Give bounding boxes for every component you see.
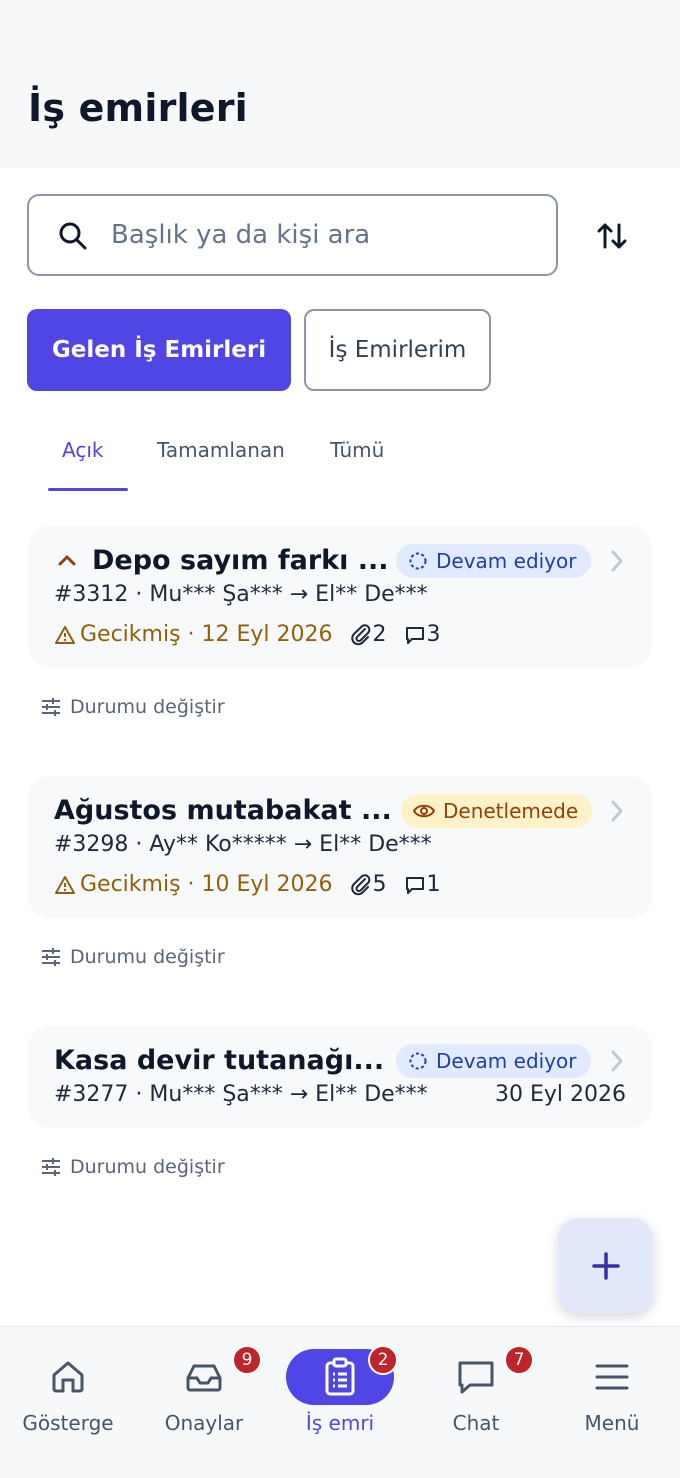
card-title: Ağustos mutabakat ... xyxy=(54,794,392,826)
eye-icon xyxy=(413,804,435,818)
paperclip-icon xyxy=(350,873,370,895)
change-status-label: Durumu değiştir xyxy=(70,1156,225,1178)
warning-icon xyxy=(55,625,75,644)
order-meta: #3312 · Mu*** Şa*** → El** De*** xyxy=(54,582,428,607)
sliders-icon xyxy=(42,1158,60,1176)
page-title: İş emirleri xyxy=(28,86,248,130)
order-due-row: Gecikmiş · 12 Eyl 2026 2 3 xyxy=(54,622,441,647)
search-icon xyxy=(57,220,89,252)
notification-badge: 2 xyxy=(368,1345,398,1375)
work-order-card[interactable]: Kasa devir tutanağı... Devam ediyor #327… xyxy=(28,1026,652,1128)
status-label: Devam ediyor xyxy=(436,1049,577,1073)
card-title: Kasa devir tutanağı... xyxy=(54,1044,385,1076)
add-work-order-button[interactable] xyxy=(558,1218,653,1313)
chevron-right-icon[interactable] xyxy=(606,1046,628,1076)
segment-control: Gelen İş Emirleri İş Emirlerim xyxy=(0,309,680,391)
order-due-row: Gecikmiş · 10 Eyl 2026 5 1 xyxy=(54,872,441,897)
attachments-count: 5 xyxy=(349,872,387,897)
sort-button[interactable] xyxy=(590,214,634,258)
sliders-icon xyxy=(42,698,60,716)
clipboard-icon xyxy=(320,1357,360,1397)
due-date: 30 Eyl 2026 xyxy=(494,1082,626,1107)
collapse-chevron-icon[interactable] xyxy=(54,547,80,573)
nav-item-dashboard[interactable]: Gösterge xyxy=(0,1327,136,1457)
card-title-row: Depo sayım farkı ... xyxy=(54,542,389,578)
work-order-card[interactable]: Ağustos mutabakat ... Denetlemede #3298 … xyxy=(28,776,652,918)
comment-icon xyxy=(405,626,424,644)
status-tabs: Açık Tamamlanan Tümü xyxy=(0,420,680,492)
status-label: Devam ediyor xyxy=(436,549,577,573)
incoming-orders-button[interactable]: Gelen İş Emirleri xyxy=(27,309,291,391)
nav-label: Onaylar xyxy=(164,1411,244,1435)
status-badge: Devam ediyor xyxy=(396,1044,591,1078)
home-icon xyxy=(48,1357,88,1397)
attachments-value: 5 xyxy=(372,872,387,897)
in-progress-icon xyxy=(409,552,427,570)
paperclip-icon xyxy=(350,623,370,645)
attachments-count: 2 xyxy=(349,622,387,647)
search-input[interactable] xyxy=(111,208,541,262)
nav-item-menu[interactable]: Menü xyxy=(544,1327,680,1457)
tab-open[interactable]: Açık xyxy=(62,438,103,462)
chevron-right-icon[interactable] xyxy=(606,546,628,576)
inbox-icon xyxy=(184,1357,224,1397)
status-badge: Denetlemede xyxy=(401,794,593,828)
tab-active-indicator xyxy=(48,488,128,491)
nav-item-approvals[interactable]: 9 Onaylar xyxy=(136,1327,272,1457)
change-status-label: Durumu değiştir xyxy=(70,696,225,718)
comments-value: 3 xyxy=(426,622,441,647)
change-status-button[interactable]: Durumu değiştir xyxy=(40,946,225,968)
nav-label: Gösterge xyxy=(22,1411,114,1435)
bottom-nav: Gösterge 9 Onaylar 2 İş emri 7 Chat Menü xyxy=(0,1326,680,1478)
my-orders-button[interactable]: İş Emirlerim xyxy=(304,309,491,391)
overdue-label: Gecikmiş · 10 Eyl 2026 xyxy=(80,872,333,897)
plus-icon xyxy=(591,1251,620,1280)
nav-item-work-orders[interactable]: 2 İş emri xyxy=(272,1327,408,1457)
in-progress-icon xyxy=(409,1052,427,1070)
chevron-right-icon[interactable] xyxy=(606,796,628,826)
comments-value: 1 xyxy=(426,872,441,897)
comments-count: 1 xyxy=(403,872,441,897)
work-order-card[interactable]: Depo sayım farkı ... Devam ediyor #3312 … xyxy=(28,526,652,668)
status-label: Denetlemede xyxy=(443,799,579,823)
header: İş emirleri xyxy=(0,0,680,168)
change-status-label: Durumu değiştir xyxy=(70,946,225,968)
status-badge: Devam ediyor xyxy=(396,544,591,578)
nav-label: Menü xyxy=(584,1411,640,1435)
sliders-icon xyxy=(42,948,60,966)
comments-count: 3 xyxy=(403,622,441,647)
nav-label: İş emri xyxy=(305,1411,375,1435)
warning-icon xyxy=(55,875,75,894)
chat-icon xyxy=(456,1357,496,1397)
overdue-label: Gecikmiş · 12 Eyl 2026 xyxy=(80,622,333,647)
card-title-row: Ağustos mutabakat ... xyxy=(54,792,392,828)
tab-all[interactable]: Tümü xyxy=(330,438,384,462)
attachments-value: 2 xyxy=(372,622,387,647)
sort-icon xyxy=(597,223,627,249)
search-box[interactable] xyxy=(27,194,558,276)
notification-badge: 9 xyxy=(232,1345,262,1375)
tab-completed[interactable]: Tamamlanan xyxy=(157,438,285,462)
search-row xyxy=(0,194,680,276)
comment-icon xyxy=(405,876,424,894)
order-meta: #3298 · Ay** Ko***** → El** De*** xyxy=(54,832,432,857)
card-title: Depo sayım farkı ... xyxy=(92,544,389,576)
change-status-button[interactable]: Durumu değiştir xyxy=(40,1156,225,1178)
menu-icon xyxy=(592,1357,632,1397)
nav-item-chat[interactable]: 7 Chat xyxy=(408,1327,544,1457)
card-title-row: Kasa devir tutanağı... xyxy=(54,1042,384,1078)
change-status-button[interactable]: Durumu değiştir xyxy=(40,696,225,718)
order-meta: #3277 · Mu*** Şa*** → El** De*** xyxy=(54,1082,428,1107)
nav-label: Chat xyxy=(452,1411,500,1435)
notification-badge: 7 xyxy=(504,1345,534,1375)
